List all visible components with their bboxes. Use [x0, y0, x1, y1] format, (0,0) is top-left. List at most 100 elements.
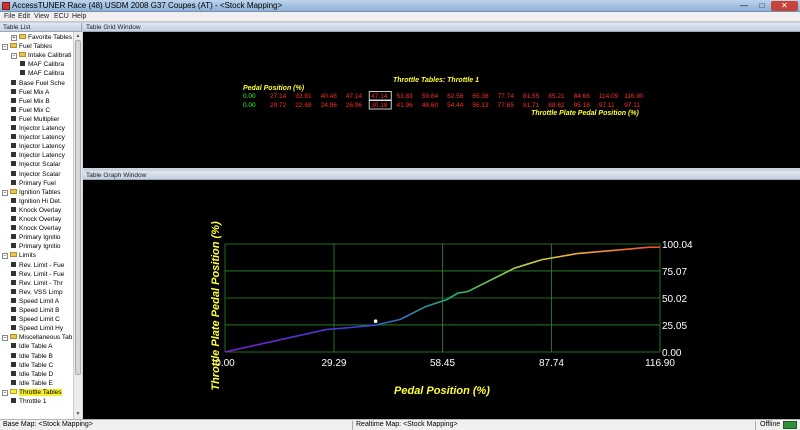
- collapse-icon[interactable]: −: [2, 189, 8, 196]
- tree-item[interactable]: − Intake Calibrati: [11, 51, 71, 60]
- tree-item[interactable]: Primary Ignitio: [11, 242, 61, 251]
- grid-cell[interactable]: 41.96: [397, 102, 414, 109]
- grid-cell[interactable]: 116.90: [624, 93, 644, 100]
- tree-item[interactable]: Injector Latency: [11, 133, 65, 142]
- grid-cell[interactable]: 77.65: [498, 102, 515, 109]
- grid-cell[interactable]: 26.96: [346, 102, 363, 109]
- tree-item-label: Fuel Mix A: [19, 88, 50, 96]
- minimize-button[interactable]: —: [735, 1, 753, 11]
- grid-cell[interactable]: 65.36: [472, 93, 489, 100]
- collapse-icon[interactable]: −: [2, 44, 8, 51]
- tree-item[interactable]: Injector Latency: [11, 142, 65, 151]
- grid-cell[interactable]: 97.11: [624, 102, 640, 109]
- tree-item[interactable]: Fuel Multiplier: [11, 115, 59, 124]
- tree-item[interactable]: Idle Table A: [11, 342, 53, 351]
- menu-edit[interactable]: Edit: [18, 13, 30, 20]
- tree-item[interactable]: Throttle 1: [11, 397, 46, 406]
- collapse-icon[interactable]: −: [11, 53, 17, 60]
- tree-item[interactable]: Fuel Mix B: [11, 97, 50, 106]
- grid-cell[interactable]: 30.18: [371, 102, 388, 109]
- tree-item[interactable]: Speed Limit A: [11, 297, 59, 306]
- grid-cell[interactable]: 33.81: [295, 93, 312, 100]
- tree-item[interactable]: Speed Limit C: [11, 315, 60, 324]
- tree-item[interactable]: Speed Limit B: [11, 306, 59, 315]
- close-button[interactable]: ✕: [771, 1, 798, 11]
- tree-item[interactable]: Ignition Hi Det.: [11, 197, 62, 206]
- table-grid: Throttle Tables: Throttle 1 Pedal Positi…: [243, 77, 644, 117]
- tree-item[interactable]: Injector Scalar: [11, 170, 61, 179]
- maximize-button[interactable]: □: [753, 1, 771, 11]
- tree-item[interactable]: Base Fuel Sche: [11, 79, 65, 88]
- tree-item[interactable]: MAF Calibra: [20, 60, 64, 69]
- tree-item[interactable]: Primary Fuel: [11, 179, 56, 188]
- grid-cell[interactable]: 59.64: [422, 93, 439, 100]
- tree-item[interactable]: Injector Latency: [11, 124, 65, 133]
- tree-item[interactable]: − Fuel Tables: [2, 42, 52, 51]
- grid-cell[interactable]: 84.66: [574, 93, 591, 100]
- tree-item[interactable]: Primary Ignitio: [11, 233, 61, 242]
- collapse-icon[interactable]: −: [2, 335, 8, 342]
- collapse-icon[interactable]: −: [2, 389, 8, 396]
- tree-item[interactable]: − Throttle Tables: [2, 388, 62, 397]
- collapse-icon[interactable]: −: [2, 253, 8, 260]
- menu-view[interactable]: View: [34, 13, 49, 20]
- grid-cell[interactable]: 97.11: [599, 102, 615, 109]
- tree-item[interactable]: Fuel Mix C: [11, 106, 50, 115]
- tree-item[interactable]: Speed Limit Hy: [11, 324, 63, 333]
- grid-cell[interactable]: 24.96: [321, 102, 338, 109]
- tree-item[interactable]: Rev. Limit - Fue: [11, 270, 64, 279]
- grid-cell[interactable]: 77.74: [498, 93, 515, 100]
- tree-item[interactable]: − Miscellaneous Tab: [2, 333, 72, 342]
- tree-item[interactable]: Knock Overlay: [11, 206, 61, 215]
- tree-item[interactable]: Rev. VSS Limp: [11, 288, 63, 297]
- grid-cell[interactable]: 81.55: [523, 93, 540, 100]
- grid-cell[interactable]: 81.71: [523, 102, 540, 109]
- scroll-down-icon[interactable]: ▼: [74, 410, 82, 418]
- grid-cell[interactable]: 47.14: [371, 93, 388, 100]
- grid-cell[interactable]: 53.83: [397, 93, 414, 100]
- table-icon: [11, 398, 16, 403]
- menu-file[interactable]: File: [4, 13, 15, 20]
- grid-cell[interactable]: 54.44: [447, 102, 464, 109]
- grid-cell[interactable]: 48.60: [422, 102, 439, 109]
- tree-item[interactable]: Injector Scalar: [11, 160, 61, 169]
- menu-help[interactable]: Help: [72, 13, 86, 20]
- tree-item[interactable]: Idle Table B: [11, 352, 53, 361]
- tree-item[interactable]: Rev. Limit - Thr: [11, 279, 63, 288]
- tree-item-label: Idle Table E: [19, 379, 53, 387]
- menu-ecu[interactable]: ECU: [54, 13, 69, 20]
- grid-cell[interactable]: 62.56: [447, 93, 464, 100]
- grid-cell[interactable]: 56.13: [472, 102, 489, 109]
- expand-icon[interactable]: +: [11, 35, 17, 41]
- grid-cell[interactable]: 85.21: [548, 93, 565, 100]
- grid-cell[interactable]: 22.68: [295, 102, 312, 109]
- grid-cell[interactable]: 20.72: [270, 102, 287, 109]
- tree-item[interactable]: − Limits: [2, 251, 36, 260]
- tree-item[interactable]: Idle Table D: [11, 370, 53, 379]
- scroll-up-icon[interactable]: ▲: [74, 32, 82, 40]
- grid-cell[interactable]: 88.62: [548, 102, 565, 109]
- table-icon: [11, 143, 16, 149]
- grid-cell[interactable]: 40.48: [321, 93, 338, 100]
- tree-item-label: Injector Scalar: [19, 161, 61, 169]
- grid-cell[interactable]: 114.09: [599, 93, 619, 100]
- tree-item[interactable]: MAF Calibra: [20, 69, 64, 78]
- tree-scrollbar[interactable]: ▲ ▼: [73, 32, 82, 419]
- tree-item[interactable]: Rev. Limit - Fue: [11, 261, 64, 270]
- scroll-thumb[interactable]: [75, 40, 81, 375]
- tree-item[interactable]: Fuel Mix A: [11, 88, 49, 97]
- tree-item[interactable]: Knock Overlay: [11, 224, 61, 233]
- tree-item[interactable]: − Ignition Tables: [2, 188, 60, 197]
- tree-item[interactable]: Idle Table E: [11, 379, 53, 388]
- grid-cell[interactable]: 95.18: [574, 102, 591, 109]
- grid-cell[interactable]: 47.14: [346, 93, 363, 100]
- table-list-panel: Table List + Favorite Tables − Fuel Tables −…: [0, 23, 82, 419]
- tree-item[interactable]: Knock Overlay: [11, 215, 61, 224]
- grid-cell[interactable]: 27.14: [270, 93, 287, 100]
- tree-item[interactable]: Injector Latency: [11, 151, 65, 160]
- tree-item[interactable]: + Favorite Tables: [11, 33, 72, 42]
- x-tick-label: 87.74: [539, 358, 564, 369]
- connection-status: Offline: [760, 421, 781, 428]
- folder-icon: [10, 334, 17, 340]
- tree-item[interactable]: Idle Table C: [11, 361, 53, 370]
